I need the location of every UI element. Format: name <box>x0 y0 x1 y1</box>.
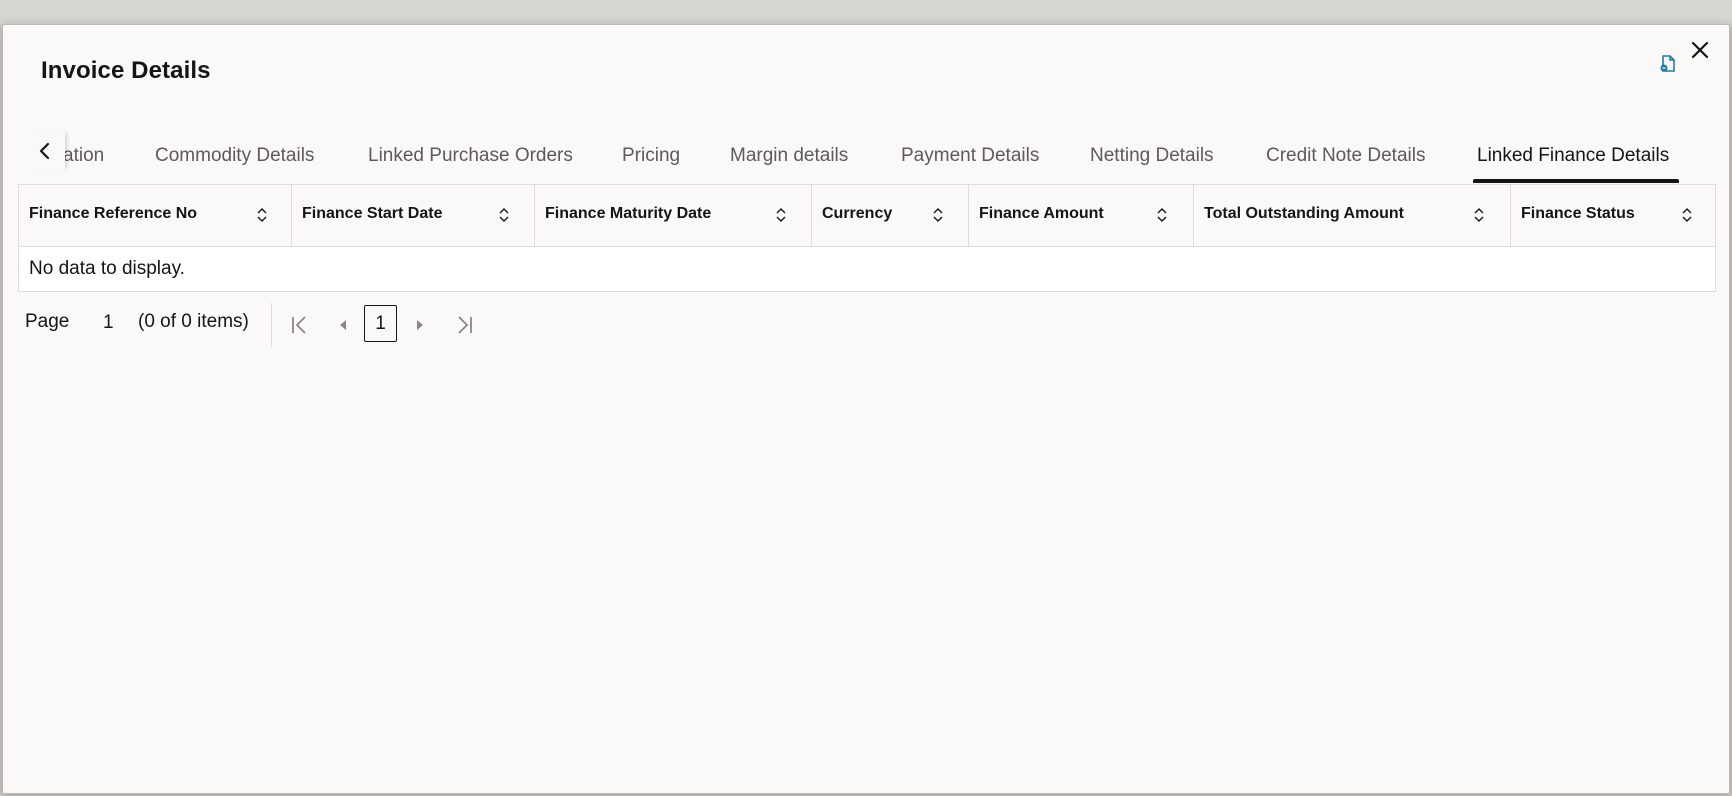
tab-linked-finance-details[interactable]: Linked Finance Details <box>1477 145 1669 167</box>
tab-netting-details[interactable]: Netting Details <box>1090 145 1214 167</box>
column-header-label: Currency <box>822 205 893 222</box>
column-header-label: Finance Start Date <box>302 205 443 222</box>
column-header-finance-start-date[interactable]: Finance Start Date <box>292 185 535 246</box>
sort-icon <box>499 208 509 222</box>
sort-icon <box>933 208 943 222</box>
tab-pricing[interactable]: Pricing <box>622 145 680 167</box>
tab-bar: ation Commodity Details Linked Purchase … <box>3 113 1729 185</box>
items-count: (0 of 0 items) <box>138 311 249 332</box>
dialog-title: Invoice Details <box>41 57 211 84</box>
sort-icon <box>776 208 786 222</box>
document-icon[interactable] <box>1657 53 1679 75</box>
tab-payment-details[interactable]: Payment Details <box>901 145 1039 167</box>
current-page-button[interactable]: 1 <box>364 305 397 342</box>
chevron-left-icon <box>39 142 50 160</box>
tab-margin-details[interactable]: Margin details <box>730 145 848 167</box>
last-page-button[interactable] <box>452 313 476 337</box>
linked-finance-table: Finance Reference No Finance Start Date … <box>18 184 1716 292</box>
pagination: Page 1 (0 of 0 items) 1 <box>18 303 518 347</box>
column-header-label: Total Outstanding Amount <box>1204 205 1404 222</box>
column-header-finance-status[interactable]: Finance Status <box>1511 185 1715 246</box>
page-number-input[interactable]: 1 <box>103 312 114 334</box>
pagination-divider <box>271 303 272 347</box>
empty-table-message: No data to display. <box>29 258 185 279</box>
first-page-button[interactable] <box>288 313 312 337</box>
caret-left-icon <box>340 320 346 330</box>
tab-commodity-details[interactable]: Commodity Details <box>155 145 314 167</box>
sort-icon <box>257 208 267 222</box>
tab-linked-purchase-orders[interactable]: Linked Purchase Orders <box>368 145 573 167</box>
page-label: Page <box>25 311 70 332</box>
column-header-total-outstanding-amount[interactable]: Total Outstanding Amount <box>1194 185 1511 246</box>
table-body: No data to display. <box>19 247 1715 291</box>
active-tab-indicator <box>1473 179 1679 183</box>
column-header-finance-maturity-date[interactable]: Finance Maturity Date <box>535 185 812 246</box>
column-header-finance-reference-no[interactable]: Finance Reference No <box>19 185 292 246</box>
sort-icon <box>1682 208 1692 222</box>
column-header-currency[interactable]: Currency <box>812 185 969 246</box>
invoice-details-dialog: Invoice Details ation Commodity Details … <box>2 24 1730 794</box>
column-header-label: Finance Status <box>1521 205 1635 222</box>
close-button[interactable] <box>1685 35 1715 65</box>
tab-credit-note-details[interactable]: Credit Note Details <box>1266 145 1425 167</box>
tab-scroll-left-button[interactable] <box>25 131 65 171</box>
tab-ation[interactable]: ation <box>63 145 104 167</box>
caret-right-icon <box>417 320 423 330</box>
last-page-icon <box>458 316 472 334</box>
previous-page-button[interactable] <box>331 313 355 337</box>
column-header-label: Finance Amount <box>979 205 1104 222</box>
next-page-button[interactable] <box>408 313 432 337</box>
column-header-finance-amount[interactable]: Finance Amount <box>969 185 1194 246</box>
table-header: Finance Reference No Finance Start Date … <box>19 185 1715 247</box>
sort-icon <box>1157 208 1167 222</box>
column-header-label: Finance Reference No <box>29 205 198 222</box>
close-icon <box>1691 41 1709 59</box>
column-header-label: Finance Maturity Date <box>545 205 712 222</box>
first-page-icon <box>292 316 306 334</box>
sort-icon <box>1474 208 1484 222</box>
